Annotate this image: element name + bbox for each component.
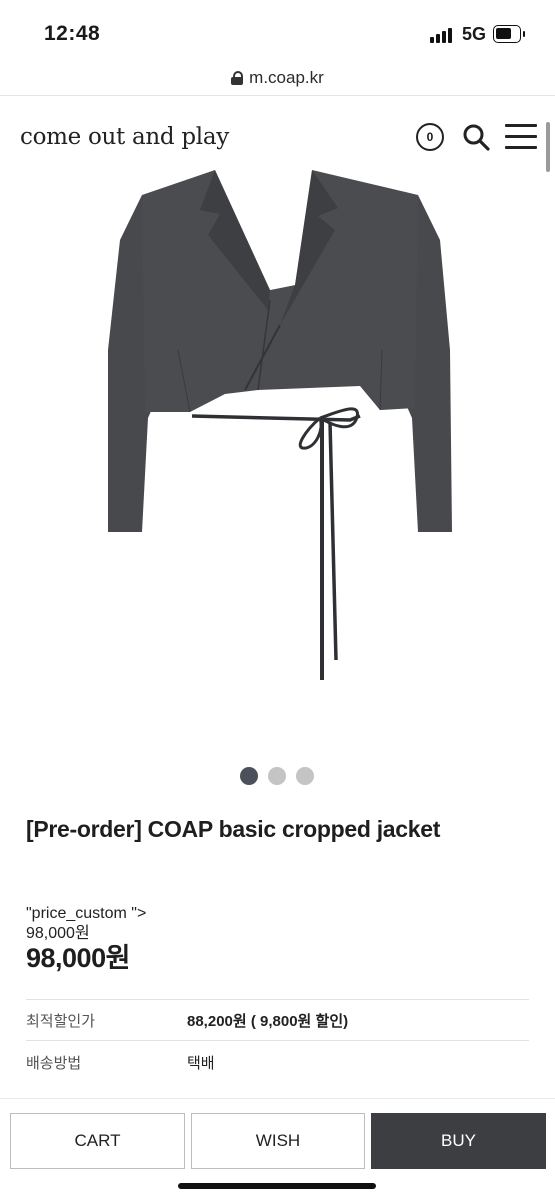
lock-icon bbox=[231, 71, 244, 85]
scrollbar bbox=[546, 122, 550, 172]
cart-count-badge[interactable]: 0 bbox=[416, 123, 444, 151]
search-icon[interactable] bbox=[462, 123, 490, 151]
product-price: 98,000원 bbox=[26, 943, 130, 973]
info-row-discount: 최적할인가 88,200원 ( 9,800원 할인) bbox=[26, 1000, 529, 1040]
menu-icon[interactable] bbox=[505, 124, 537, 150]
product-title: [Pre-order] COAP basic cropped jacket bbox=[26, 816, 441, 842]
url-text: m.coap.kr bbox=[249, 68, 324, 87]
product-image[interactable] bbox=[80, 150, 480, 710]
signal-icon bbox=[430, 27, 456, 43]
carousel-dot-1[interactable] bbox=[240, 767, 258, 785]
carousel-dot-3[interactable] bbox=[296, 767, 314, 785]
network-type: 5G bbox=[462, 24, 487, 44]
home-indicator[interactable] bbox=[178, 1183, 376, 1189]
info-label: 최적할인가 bbox=[26, 1013, 96, 1030]
divider bbox=[26, 1040, 529, 1041]
info-value: 택배 bbox=[187, 1055, 215, 1072]
site-logo[interactable]: come out and play bbox=[20, 124, 229, 150]
battery-icon bbox=[493, 25, 525, 43]
buy-button[interactable]: BUY bbox=[371, 1113, 546, 1169]
carousel-dot-2[interactable] bbox=[268, 767, 286, 785]
status-bar: 12:48 5G bbox=[0, 0, 555, 66]
url-bar[interactable]: m.coap.kr bbox=[0, 66, 555, 96]
info-value: 88,200원 ( 9,800원 할인) bbox=[187, 1013, 349, 1030]
info-row-shipping: 배송방법 택배 bbox=[26, 1042, 529, 1082]
cart-button[interactable]: CART bbox=[10, 1113, 185, 1169]
status-time: 12:48 bbox=[44, 22, 101, 45]
bottom-action-bar: CART WISH BUY bbox=[0, 1098, 555, 1201]
info-label: 배송방법 bbox=[26, 1055, 82, 1072]
wish-button[interactable]: WISH bbox=[191, 1113, 365, 1169]
carousel-dots bbox=[240, 767, 314, 785]
